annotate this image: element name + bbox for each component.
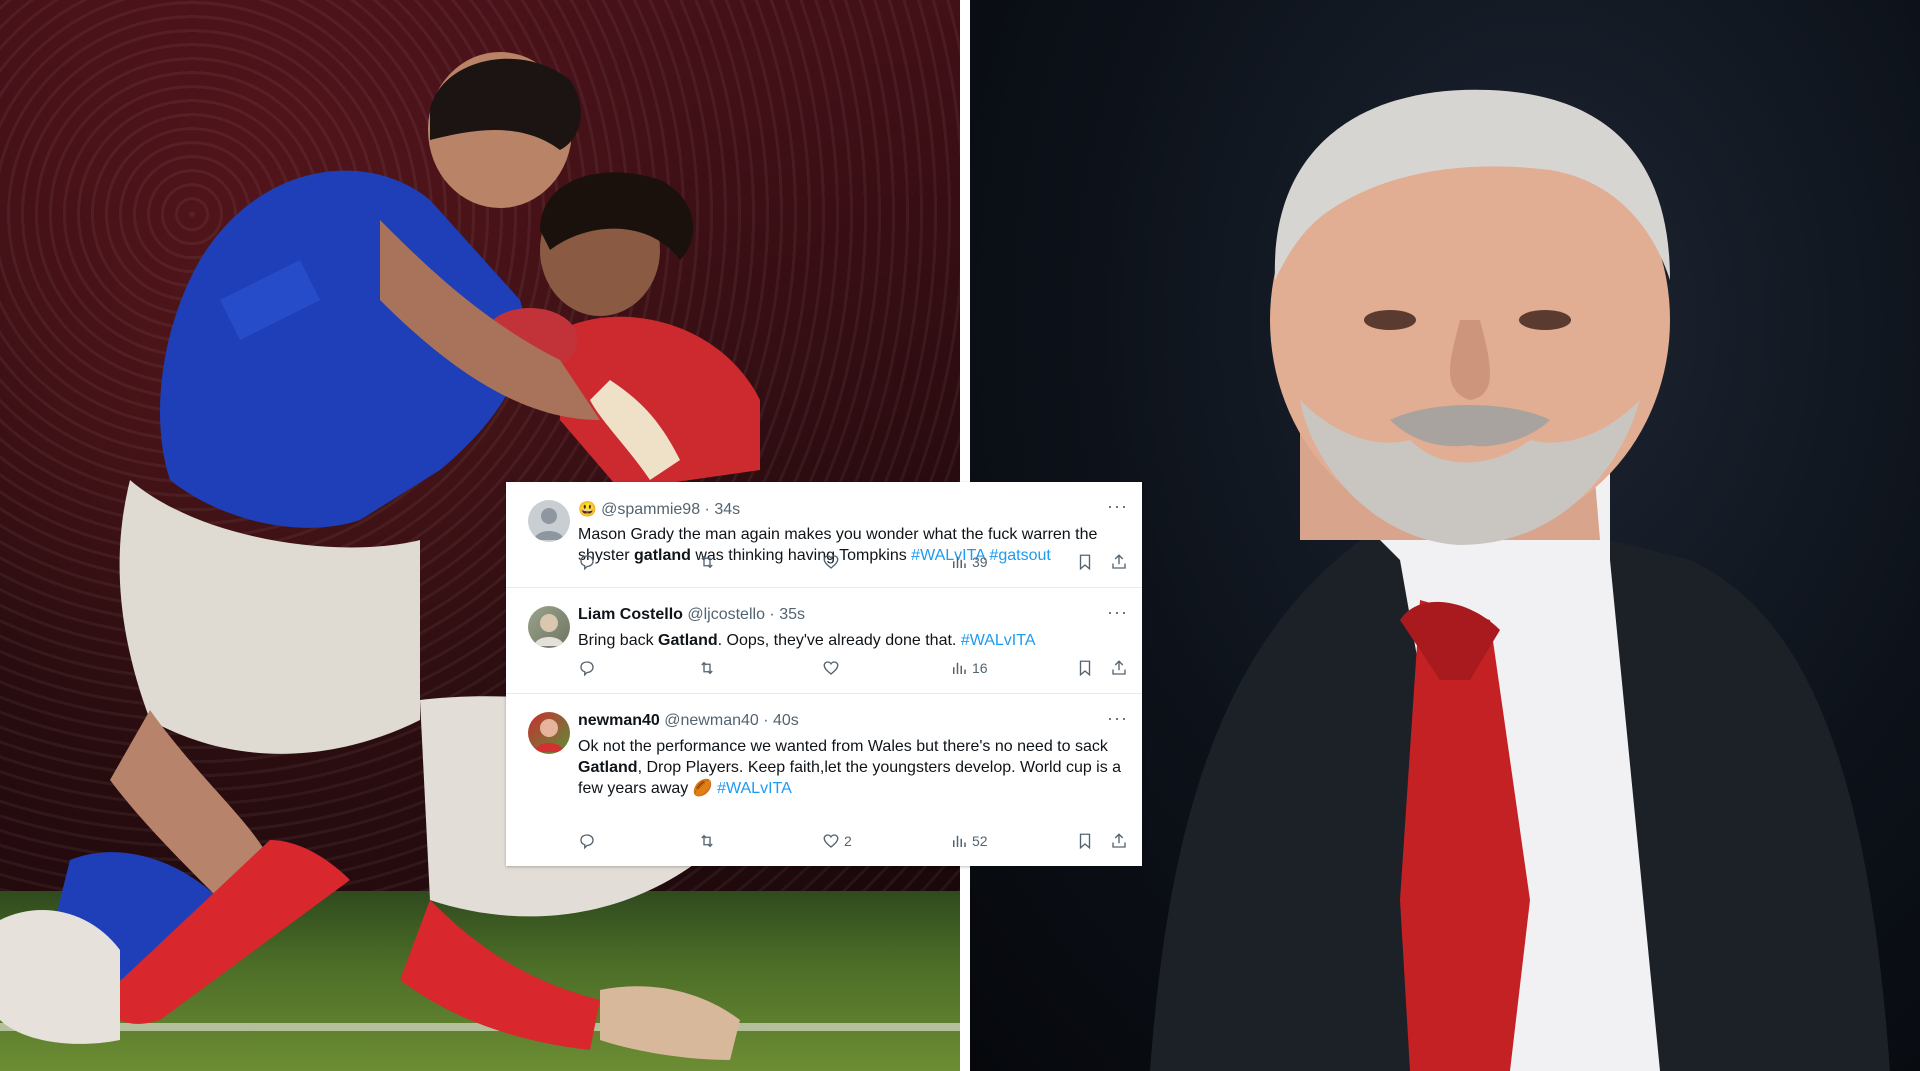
analytics-icon (953, 662, 966, 674)
view-count: 52 (972, 833, 988, 849)
share-button[interactable] (1110, 659, 1128, 677)
display-name[interactable]: newman40 (578, 712, 660, 729)
views-button[interactable]: 16 (950, 659, 988, 677)
analytics-icon (953, 835, 966, 847)
user-handle[interactable]: @spammie98 (601, 501, 700, 518)
tweet-actions: 16 (578, 659, 1128, 679)
more-options-icon[interactable]: ··· (1107, 496, 1128, 517)
tweet-text: Ok not the performance we wanted from Wa… (578, 738, 1122, 797)
reply-icon (580, 661, 594, 677)
bookmark-icon (1079, 833, 1091, 850)
tweet-screenshot: 😃 @spammie98 · 34s ··· Mason Grady the m… (506, 482, 1142, 866)
reply-icon (580, 834, 594, 850)
like-button[interactable] (822, 553, 840, 571)
like-button[interactable] (822, 659, 840, 677)
timestamp[interactable]: · 35s (769, 606, 805, 623)
tweet-header: newman40 @newman40 · 40s (578, 712, 799, 730)
avatar[interactable] (528, 606, 570, 648)
bookmark-icon (1079, 554, 1091, 571)
more-options-icon[interactable]: ··· (1107, 602, 1128, 623)
timestamp[interactable]: · 40s (763, 712, 799, 729)
views-button[interactable]: 52 (950, 832, 988, 850)
retweet-button[interactable] (698, 553, 716, 571)
avatar[interactable] (528, 712, 570, 754)
hashtag-link[interactable]: #WALvITA (717, 780, 792, 797)
like-button[interactable]: 2 (822, 832, 852, 850)
tweet-3: newman40 @newman40 · 40s ··· Ok not the … (506, 694, 1142, 866)
tweet-actions: 2 52 (578, 832, 1128, 852)
view-count: 16 (972, 660, 988, 676)
like-count: 2 (844, 833, 852, 849)
reply-button[interactable] (578, 832, 596, 850)
share-icon (1112, 660, 1126, 675)
retweet-button[interactable] (698, 659, 716, 677)
default-avatar[interactable] (528, 500, 570, 542)
tweet-1: 😃 @spammie98 · 34s ··· Mason Grady the m… (506, 482, 1142, 588)
display-name[interactable]: Liam Costello (578, 606, 683, 623)
retweet-icon (701, 555, 713, 569)
reply-button[interactable] (578, 553, 596, 571)
hashtag-link[interactable]: #WALvITA (961, 632, 1036, 649)
bookmark-button[interactable] (1076, 832, 1094, 850)
user-handle[interactable]: @newman40 (664, 712, 759, 729)
bookmark-button[interactable] (1076, 659, 1094, 677)
emoji-icon: 😃 (578, 501, 597, 518)
tweet-actions: 39 (578, 553, 1128, 573)
reply-icon (580, 555, 594, 571)
tweet-text: Bring back Gatland. Oops, they've alread… (578, 632, 1036, 649)
retweet-icon (701, 834, 713, 848)
more-options-icon[interactable]: ··· (1107, 708, 1128, 729)
tweet-header: 😃 @spammie98 · 34s (578, 500, 740, 519)
view-count: 39 (972, 554, 988, 570)
share-icon (1112, 833, 1126, 848)
retweet-button[interactable] (698, 832, 716, 850)
retweet-icon (701, 661, 713, 675)
analytics-icon (953, 556, 966, 568)
tweet-2: Liam Costello @ljcostello · 35s ··· Brin… (506, 588, 1142, 694)
bookmark-button[interactable] (1076, 553, 1094, 571)
rugby-ball-emoji: 🏉 (692, 780, 713, 797)
bookmark-icon (1079, 660, 1091, 677)
tweet-header: Liam Costello @ljcostello · 35s (578, 606, 805, 624)
share-button[interactable] (1110, 832, 1128, 850)
views-button[interactable]: 39 (950, 553, 988, 571)
heart-icon (823, 834, 839, 848)
timestamp[interactable]: · 34s (705, 501, 741, 518)
user-handle[interactable]: @ljcostello (687, 606, 765, 623)
reply-button[interactable] (578, 659, 596, 677)
share-icon (1112, 554, 1126, 569)
heart-icon (823, 555, 839, 569)
share-button[interactable] (1110, 553, 1128, 571)
heart-icon (823, 661, 839, 675)
